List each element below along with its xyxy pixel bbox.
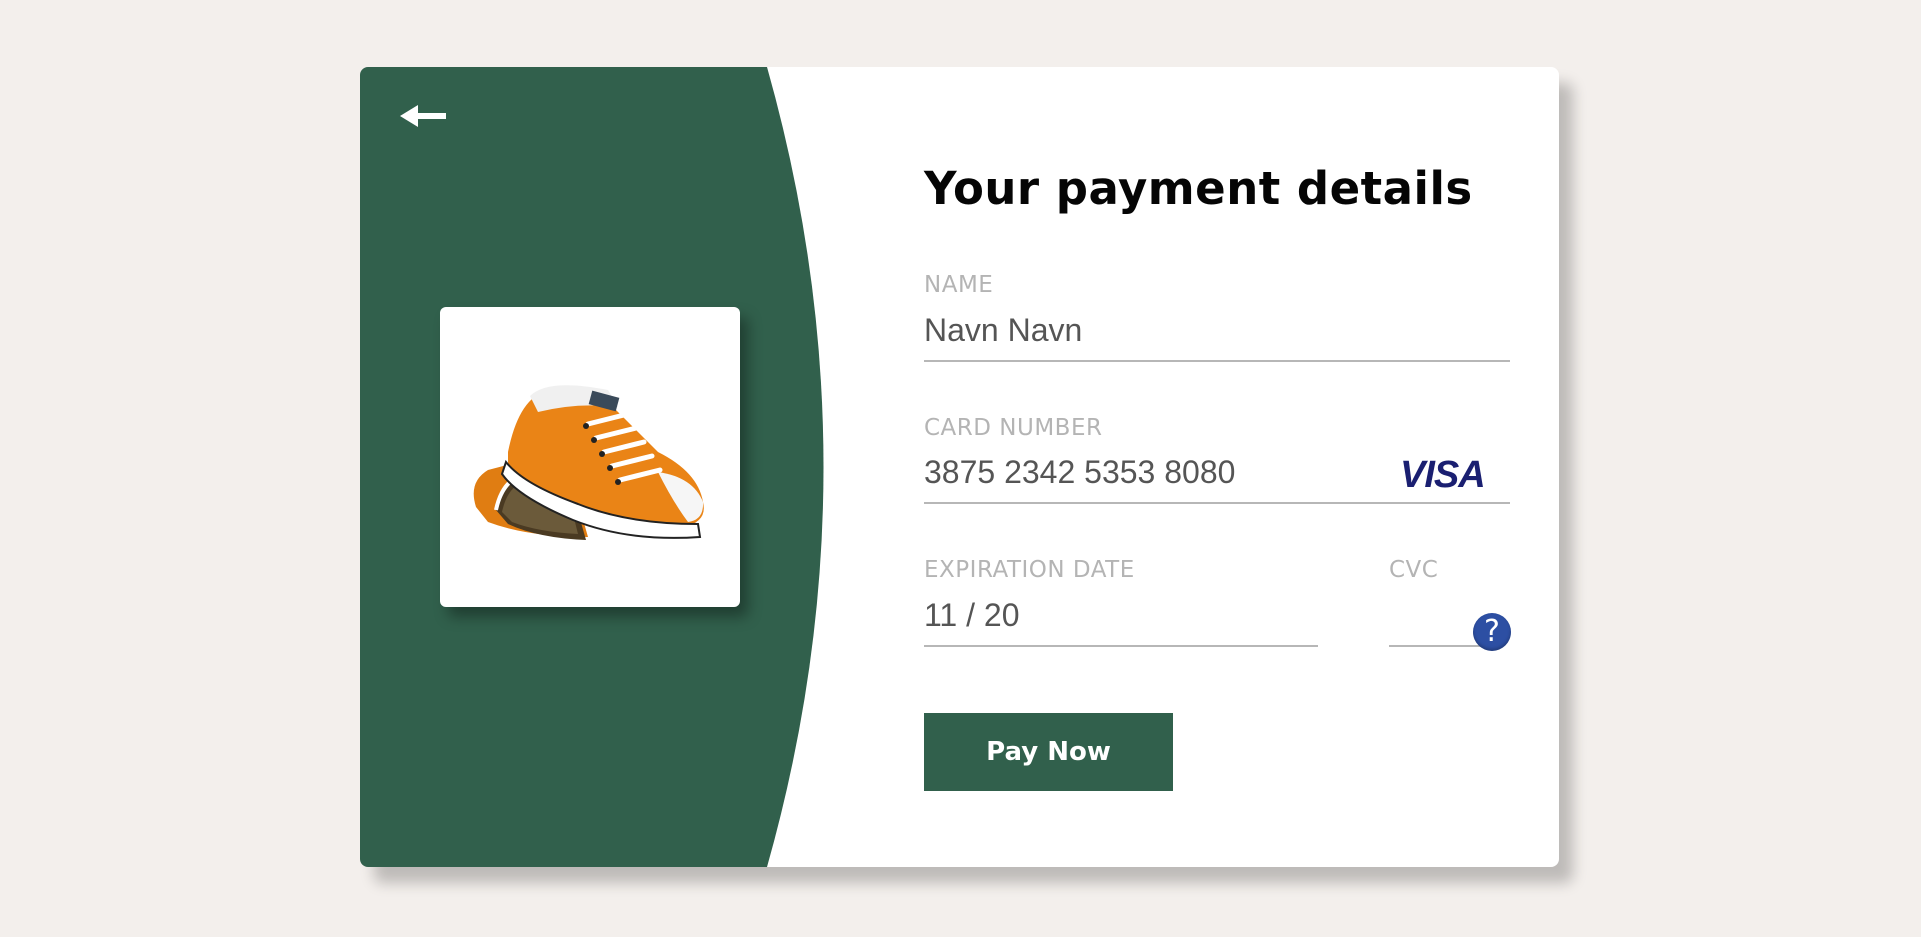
- page-title: Your payment details: [924, 162, 1473, 215]
- orange-sneakers-image: [473, 385, 704, 540]
- arrow-left-icon: [400, 105, 446, 127]
- question-icon[interactable]: ?: [1473, 613, 1511, 651]
- name-label: NAME: [924, 272, 994, 298]
- pay-now-button[interactable]: Pay Now: [924, 713, 1173, 791]
- expiration-date-label: EXPIRATION DATE: [924, 557, 1135, 583]
- name-field[interactable]: [924, 310, 1510, 362]
- card-number-label: CARD NUMBER: [924, 415, 1103, 441]
- payment-form: Your payment details NAME CARD NUMBER VI…: [924, 67, 1524, 867]
- visa-logo: VISA: [1400, 454, 1486, 496]
- cvc-label: CVC: [1389, 557, 1439, 583]
- back-button[interactable]: [398, 97, 450, 137]
- product-image-box: [440, 307, 740, 607]
- expiration-date-field[interactable]: [924, 595, 1318, 647]
- payment-card: Your payment details NAME CARD NUMBER VI…: [360, 67, 1559, 867]
- product-panel: [360, 67, 880, 867]
